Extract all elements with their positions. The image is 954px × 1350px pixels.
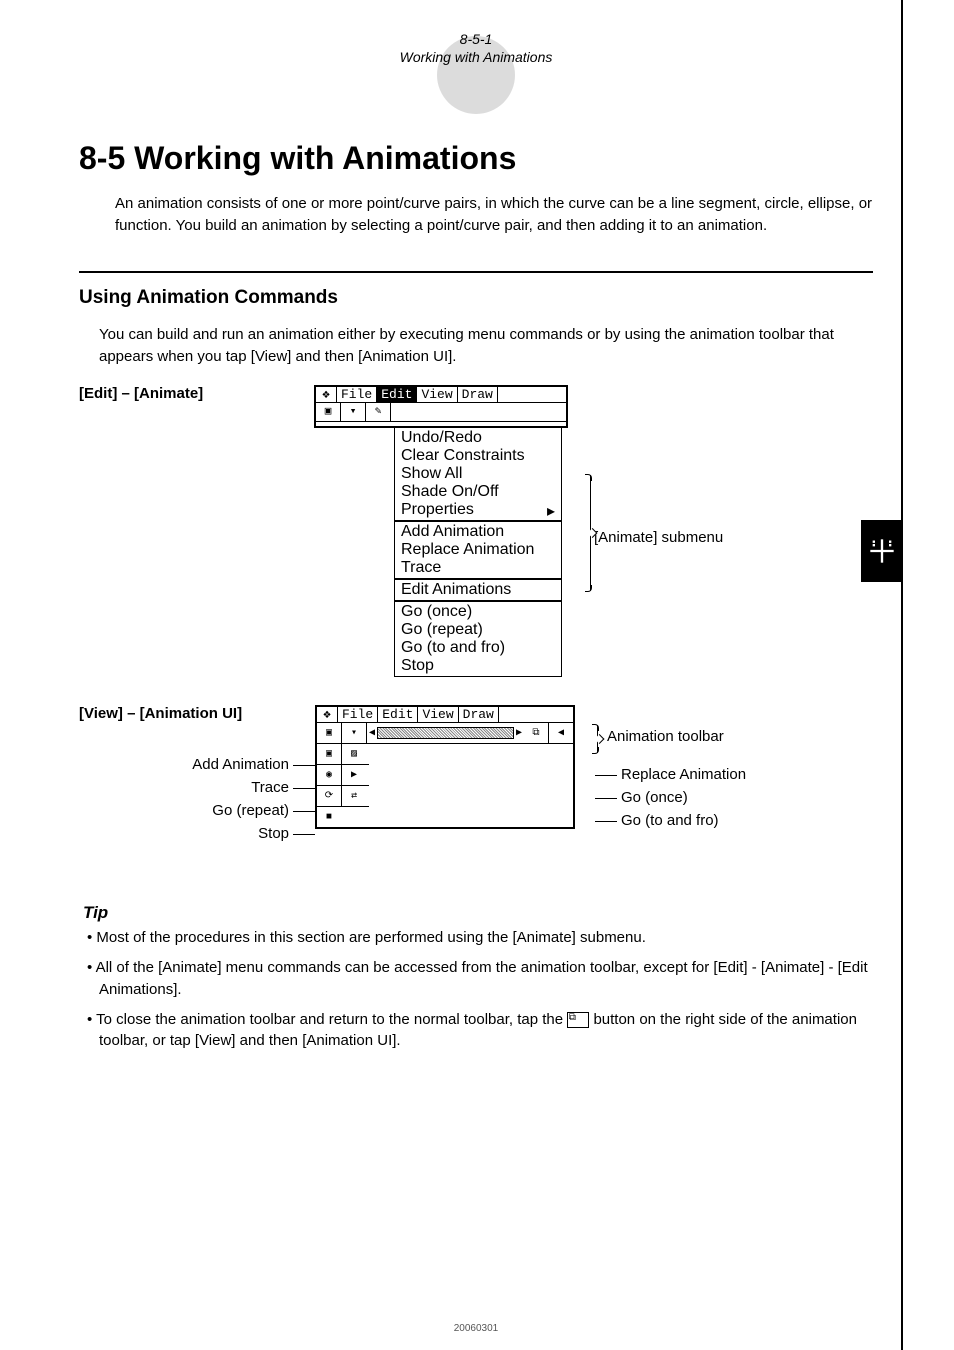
menu-group-b: Edit Animations — [394, 579, 562, 601]
figure-animation-ui: [View] – [Animation UI] ❖ File Edit View… — [79, 705, 873, 875]
anim-toolbar-icon-a[interactable]: ▣ — [317, 723, 342, 743]
footer-date: 20060301 — [51, 1323, 901, 1334]
chapter-thumb-tab — [861, 520, 903, 582]
menu-go-once[interactable]: Go (once) — [399, 603, 557, 621]
menu-go-tofro[interactable]: Go (to and fro) — [399, 639, 557, 657]
callout-trace: Trace — [251, 779, 289, 796]
dropdown-tool-icon[interactable]: ▾ — [341, 403, 366, 421]
menu-go-repeat[interactable]: Go (repeat) — [399, 621, 557, 639]
menu-view-2[interactable]: View — [418, 707, 458, 722]
go-once-icon[interactable]: ▶ — [342, 765, 366, 785]
menu-properties[interactable]: Properties — [399, 501, 557, 519]
fig2-left-callouts: Add Animation Trace Go (repeat) Stop — [139, 753, 319, 845]
calc-logo-icon-2: ❖ — [317, 707, 338, 722]
fig1-left-label: [Edit] – [Animate] — [79, 385, 304, 402]
menu-trace[interactable]: Trace — [399, 559, 557, 577]
menu-add-animation[interactable]: Add Animation — [399, 523, 557, 541]
section-paragraph: You can build and run an animation eithe… — [99, 324, 873, 368]
tip-heading: Tip — [83, 903, 873, 923]
menu-group-top: Undo/Redo Clear Constraints Show All Sha… — [394, 427, 562, 521]
section-divider — [79, 271, 873, 273]
animation-toolbar: ▣ ▾ ◀▶ ⧉ ◀ — [317, 723, 573, 744]
menu-show-all[interactable]: Show All — [399, 465, 557, 483]
callout-animation-toolbar: Animation toolbar — [601, 728, 724, 745]
trace-icon[interactable]: ◉ — [317, 765, 342, 785]
page-title: 8-5 Working with Animations — [79, 140, 873, 177]
menu-stop[interactable]: Stop — [399, 657, 557, 675]
tip3-pre: To close the animation toolbar and retur… — [96, 1011, 567, 1028]
anim-toolbar-scroll[interactable]: ◀▶ — [367, 723, 524, 743]
anim-toolbar-left-icon[interactable]: ◀ — [549, 723, 573, 743]
stop-icon[interactable]: ■ — [317, 807, 341, 827]
animate-submenu-callout: [Animate] submenu — [594, 483, 819, 546]
menu-shade-onoff[interactable]: Shade On/Off — [399, 483, 557, 501]
menu-file[interactable]: File — [337, 387, 377, 402]
fig2-screenshot: ❖ File Edit View Draw ▣ ▾ ◀▶ ⧉ — [315, 705, 575, 829]
fig1-screenshot: ❖ File Edit View Draw ▣ ▾ ✎ — [314, 385, 574, 677]
menu-group-a: Add Animation Replace Animation Trace — [394, 521, 562, 579]
menu-view[interactable]: View — [417, 387, 457, 402]
calc-logo-icon: ❖ — [316, 387, 337, 402]
menu-edit-2[interactable]: Edit — [378, 707, 418, 722]
tip-item-3: To close the animation toolbar and retur… — [85, 1009, 873, 1053]
close-toolbar-inline-icon: ⧉ — [567, 1012, 589, 1028]
callout-stop: Stop — [258, 825, 289, 842]
fig1-callout-col: [Animate] submenu — [584, 385, 819, 546]
menu-undo-redo[interactable]: Undo/Redo — [399, 429, 557, 447]
pencil-tool-icon[interactable]: ✎ — [366, 403, 391, 421]
menu-edit-animations[interactable]: Edit Animations — [399, 581, 557, 599]
menu-draw-2[interactable]: Draw — [459, 707, 499, 722]
go-repeat-icon[interactable]: ⟳ — [317, 786, 342, 806]
menu-edit[interactable]: Edit — [377, 387, 417, 402]
menu-file-2[interactable]: File — [338, 707, 378, 722]
anim-toolbar-close-icon[interactable]: ⧉ — [524, 723, 549, 743]
figure-edit-animate: [Edit] – [Animate] ❖ File Edit View Draw… — [79, 385, 873, 677]
calc-menubar-2: ❖ File Edit View Draw — [317, 707, 573, 723]
go-tofro-icon[interactable]: ⇄ — [342, 786, 366, 806]
callout-go-once: Go (once) — [621, 789, 688, 806]
tip-item-2: All of the [Animate] menu commands can b… — [85, 957, 873, 1001]
chapter-thumb-icon — [868, 537, 896, 565]
calc-toolbar: ▣ ▾ ✎ — [316, 403, 566, 422]
intro-paragraph: An animation consists of one or more poi… — [115, 193, 873, 237]
tip-list: Most of the procedures in this section a… — [85, 927, 873, 1052]
arrow-tool-icon[interactable]: ▣ — [316, 403, 341, 421]
tip-item-1: Most of the procedures in this section a… — [85, 927, 873, 949]
callout-go-tofro: Go (to and fro) — [621, 812, 719, 829]
menu-group-c: Go (once) Go (repeat) Go (to and fro) St… — [394, 601, 562, 677]
header-page-num: 8-5-1 — [51, 30, 901, 48]
add-animation-icon[interactable]: ▣ — [317, 744, 342, 764]
anim-toolbar-dropdown-icon[interactable]: ▾ — [342, 723, 367, 743]
section-heading: Using Animation Commands — [79, 287, 873, 309]
page-header: 8-5-1 Working with Animations — [51, 30, 901, 70]
calc-menubar: ❖ File Edit View Draw — [316, 387, 566, 403]
menu-draw[interactable]: Draw — [458, 387, 498, 402]
replace-animation-icon[interactable]: ▨ — [342, 744, 366, 764]
callout-add-animation: Add Animation — [192, 756, 289, 773]
header-subtitle: Working with Animations — [51, 48, 901, 66]
callout-go-repeat: Go (repeat) — [212, 802, 289, 819]
menu-clear-constraints[interactable]: Clear Constraints — [399, 447, 557, 465]
fig2-right-callouts: Animation toolbar Replace Animation Go (… — [591, 725, 851, 832]
menu-replace-animation[interactable]: Replace Animation — [399, 541, 557, 559]
callout-replace-animation: Replace Animation — [621, 766, 746, 783]
fig2-left-label: [View] – [Animation UI] — [79, 705, 309, 722]
